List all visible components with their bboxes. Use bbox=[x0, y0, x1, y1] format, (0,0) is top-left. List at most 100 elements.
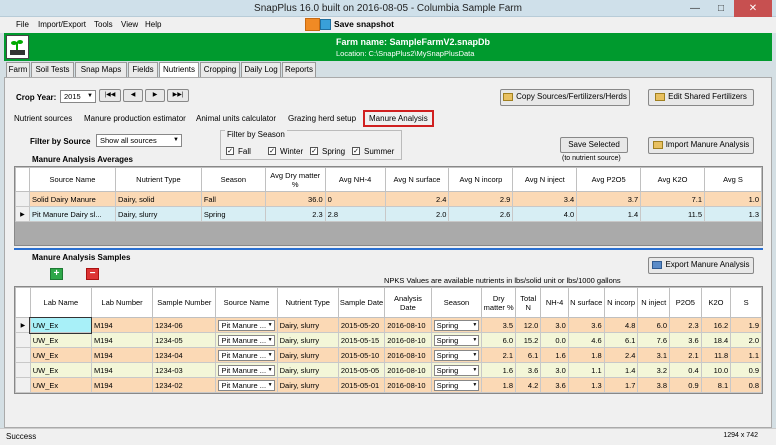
table-cell[interactable]: Fall bbox=[200, 191, 266, 207]
table-cell[interactable]: 4.8 bbox=[603, 317, 639, 333]
table-cell[interactable]: 1.1 bbox=[730, 347, 762, 363]
source-name-select[interactable]: Pit Manure ... ▼ bbox=[215, 332, 278, 348]
samp-col-header[interactable]: Lab Name bbox=[29, 287, 92, 318]
table-cell[interactable]: 2016-08-10 bbox=[384, 362, 432, 378]
table-cell[interactable]: 2.9 bbox=[448, 191, 514, 207]
table-cell[interactable]: 3.6 bbox=[540, 377, 569, 393]
minimize-button[interactable]: — bbox=[682, 0, 708, 17]
table-cell[interactable]: 1234-04 bbox=[152, 347, 217, 363]
table-cell[interactable]: 2015-05-20 bbox=[337, 317, 386, 333]
subtab-animal-units[interactable]: Animal units calculator bbox=[196, 114, 276, 123]
table-cell[interactable]: 3.1 bbox=[637, 347, 671, 363]
table-cell[interactable]: 1.6 bbox=[481, 362, 517, 378]
last-year-button[interactable]: ▶▶| bbox=[167, 89, 189, 102]
cell-combo[interactable]: Spring ▼ bbox=[433, 379, 480, 391]
table-cell[interactable]: 2015-05-15 bbox=[337, 332, 386, 348]
table-cell[interactable]: Spring bbox=[200, 206, 266, 222]
table-row[interactable]: UW_Ex M194 1234-03 Pit Manure ... ▼ Dairy, sl… bbox=[15, 362, 762, 378]
table-cell[interactable]: 1.0 bbox=[704, 191, 762, 207]
samp-col-header[interactable]: Lab Number bbox=[90, 287, 154, 318]
table-cell[interactable]: M194 bbox=[90, 332, 154, 348]
samp-col-header[interactable]: Analysis Date bbox=[384, 287, 432, 318]
table-cell[interactable]: Dairy, slurry bbox=[114, 206, 202, 222]
table-cell[interactable]: UW_Ex bbox=[29, 347, 92, 363]
table-cell[interactable]: 11.5 bbox=[640, 206, 706, 222]
tab-farm[interactable]: Farm bbox=[6, 62, 30, 78]
samp-col-header[interactable]: S bbox=[730, 287, 762, 318]
samp-col-header[interactable]: Season bbox=[430, 287, 483, 318]
table-cell[interactable]: Dairy, slurry bbox=[276, 332, 339, 348]
samp-col-header[interactable]: NH-4 bbox=[540, 287, 569, 318]
subtab-nutrient-sources[interactable]: Nutrient sources bbox=[14, 114, 72, 123]
table-cell[interactable]: 2.3 bbox=[264, 206, 326, 222]
table-cell[interactable]: 2.4 bbox=[384, 191, 450, 207]
table-cell[interactable]: UW_Ex bbox=[29, 332, 92, 348]
table-cell[interactable]: 3.4 bbox=[512, 191, 578, 207]
table-cell[interactable]: M194 bbox=[90, 362, 154, 378]
table-cell[interactable]: 7.1 bbox=[640, 191, 706, 207]
table-cell[interactable]: 1234-03 bbox=[152, 362, 217, 378]
copy-sources-button[interactable]: Copy Sources/Fertilizers/Herds bbox=[500, 89, 630, 106]
cell-combo[interactable]: Pit Manure ... ▼ bbox=[218, 364, 275, 376]
summer-checkbox[interactable]: ✓ bbox=[352, 147, 360, 155]
avg-col-header[interactable]: Avg Dry matter % bbox=[264, 167, 326, 192]
table-cell[interactable]: 1.1 bbox=[567, 362, 605, 378]
table-cell[interactable]: 7.6 bbox=[637, 332, 671, 348]
table-cell[interactable]: 3.0 bbox=[540, 317, 569, 333]
table-cell[interactable]: 1.4 bbox=[603, 362, 639, 378]
table-cell[interactable]: UW_Ex bbox=[29, 377, 92, 393]
source-name-select[interactable]: Pit Manure ... ▼ bbox=[215, 347, 278, 363]
splitter[interactable] bbox=[14, 248, 763, 250]
row-pointer-icon[interactable]: ▶ bbox=[15, 206, 30, 222]
table-cell[interactable]: 1.3 bbox=[567, 377, 605, 393]
table-cell[interactable]: 10.0 bbox=[700, 362, 732, 378]
samp-col-header[interactable]: Total N bbox=[515, 287, 542, 318]
table-row[interactable]: Solid Dairy Manure Dairy, solid Fall 36.… bbox=[15, 191, 762, 207]
first-year-button[interactable]: |◀◀ bbox=[99, 89, 121, 102]
spring-checkbox[interactable]: ✓ bbox=[310, 147, 318, 155]
table-cell[interactable]: 11.8 bbox=[700, 347, 732, 363]
table-cell[interactable]: M194 bbox=[90, 377, 154, 393]
samp-col-header[interactable]: N incorp bbox=[603, 287, 639, 318]
crop-year-select[interactable]: 2015 ▼ bbox=[60, 90, 96, 103]
avg-col-header[interactable]: Avg NH-4 bbox=[324, 167, 386, 192]
table-cell[interactable]: UW_Ex bbox=[29, 362, 92, 378]
avg-col-header[interactable]: Avg N surface bbox=[384, 167, 450, 192]
table-cell[interactable]: 0.4 bbox=[669, 362, 702, 378]
table-cell[interactable]: 4.0 bbox=[512, 206, 578, 222]
save-selected-button[interactable]: Save Selected bbox=[560, 137, 628, 153]
table-cell[interactable]: 16.2 bbox=[700, 317, 732, 333]
season-select[interactable]: Spring ▼ bbox=[430, 362, 483, 378]
cell-combo[interactable]: Pit Manure ... ▼ bbox=[218, 349, 275, 361]
edit-shared-fertilizers-button[interactable]: Edit Shared Fertilizers bbox=[648, 89, 754, 106]
table-cell[interactable]: 2015-05-01 bbox=[337, 377, 386, 393]
close-button[interactable]: ✕ bbox=[734, 0, 772, 17]
samp-col-header[interactable]: N inject bbox=[637, 287, 671, 318]
cell-combo[interactable]: Spring ▼ bbox=[433, 349, 480, 361]
source-name-select[interactable]: Pit Manure ... ▼ bbox=[215, 377, 278, 393]
menu-view[interactable]: View bbox=[121, 20, 138, 29]
cell-combo[interactable]: Pit Manure ... ▼ bbox=[218, 319, 275, 331]
cell-combo[interactable]: Spring ▼ bbox=[433, 334, 480, 346]
table-cell[interactable]: 6.1 bbox=[603, 332, 639, 348]
table-cell[interactable]: 2.1 bbox=[669, 347, 702, 363]
table-cell[interactable]: 3.7 bbox=[576, 191, 642, 207]
row-selector[interactable] bbox=[15, 191, 30, 207]
table-row[interactable]: ▶ Pit Manure Dairy sl... Dairy, slurry S… bbox=[15, 206, 762, 222]
cell-combo[interactable]: Spring ▼ bbox=[433, 364, 480, 376]
table-cell[interactable]: 2.0 bbox=[384, 206, 450, 222]
table-cell[interactable]: Pit Manure Dairy sl... bbox=[28, 206, 116, 222]
table-cell[interactable]: 2016-08-10 bbox=[384, 317, 432, 333]
table-cell[interactable]: UW_Ex bbox=[29, 316, 93, 334]
table-cell[interactable]: 6.0 bbox=[637, 317, 671, 333]
table-cell[interactable]: 2.4 bbox=[603, 347, 639, 363]
tab-daily-log[interactable]: Daily Log bbox=[241, 62, 281, 78]
avg-col-header[interactable]: Nutrient Type bbox=[114, 167, 202, 192]
cell-combo[interactable]: Spring ▼ bbox=[433, 319, 480, 331]
subtab-grazing-herd[interactable]: Grazing herd setup bbox=[288, 114, 356, 123]
table-cell[interactable]: 1.7 bbox=[603, 377, 639, 393]
tab-fields[interactable]: Fields bbox=[128, 62, 158, 78]
table-row[interactable]: UW_Ex M194 1234-04 Pit Manure ... ▼ Dairy, sl… bbox=[15, 347, 762, 363]
season-select[interactable]: Spring ▼ bbox=[430, 332, 483, 348]
table-cell[interactable]: M194 bbox=[90, 347, 154, 363]
